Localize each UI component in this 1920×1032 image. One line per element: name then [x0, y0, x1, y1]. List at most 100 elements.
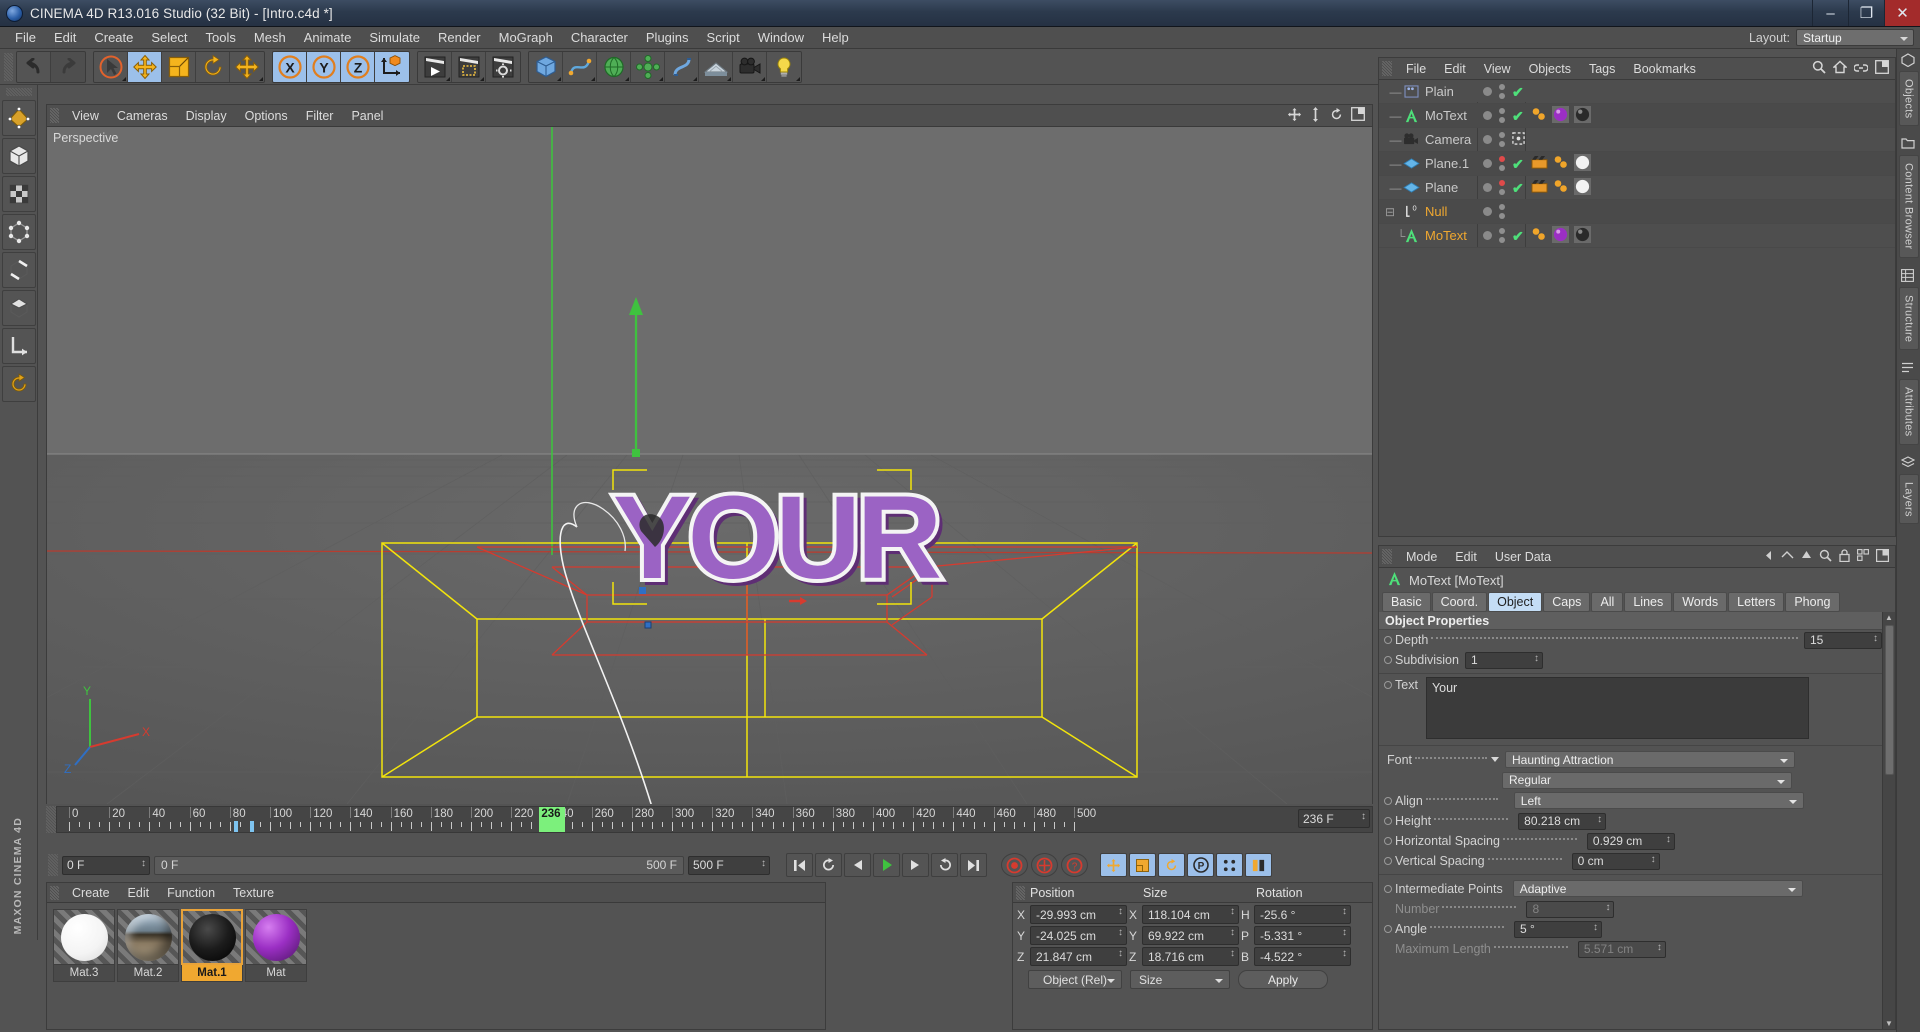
- document-end-field[interactable]: 500 F: [688, 855, 770, 875]
- material-menu-item-edit[interactable]: Edit: [119, 885, 159, 901]
- rotation-key-toggle[interactable]: [1158, 853, 1185, 877]
- expand-collapse-icon[interactable]: ⊟: [1379, 205, 1401, 219]
- structure-tab[interactable]: Structure: [1898, 268, 1919, 355]
- size-y-spinner[interactable]: ↕: [1230, 927, 1235, 938]
- material-orange-icon[interactable]: [1553, 178, 1569, 197]
- next-key-button[interactable]: [931, 853, 958, 877]
- rotation-p-spinner[interactable]: ↕: [1342, 927, 1347, 938]
- menu-item-mograph[interactable]: MoGraph: [490, 28, 562, 48]
- height-field[interactable]: 80.218 cm ↕: [1518, 812, 1607, 830]
- pin-icon[interactable]: [1781, 549, 1794, 564]
- polygons-mode-button[interactable]: [1, 290, 36, 326]
- dolly-icon[interactable]: [1309, 106, 1322, 125]
- object-row[interactable]: └ MoText ✔: [1379, 224, 1895, 248]
- material-list[interactable]: Mat.3 Mat.2 Mat.1 Mat: [47, 903, 825, 982]
- material-menu-grip[interactable]: [50, 885, 59, 900]
- material-thumbnail[interactable]: [181, 909, 243, 965]
- attribute-tab-all[interactable]: All: [1591, 592, 1624, 612]
- home-icon[interactable]: [1832, 60, 1848, 77]
- attribute-tab-basic[interactable]: Basic: [1382, 592, 1431, 612]
- intermediate-points-radio[interactable]: [1384, 884, 1392, 893]
- object-row[interactable]: — MoText ✔: [1379, 104, 1895, 128]
- attribute-tab-coord[interactable]: Coord.: [1431, 592, 1488, 612]
- vertical-spacing-field[interactable]: 0 cm ↕: [1571, 852, 1660, 870]
- search-icon[interactable]: [1819, 549, 1832, 565]
- object-menu-item-bookmarks[interactable]: Bookmarks: [1624, 61, 1705, 77]
- size-z-spinner[interactable]: ↕: [1230, 948, 1235, 959]
- attributes-tab[interactable]: Attributes: [1898, 361, 1919, 449]
- menu-item-plugins[interactable]: Plugins: [637, 28, 698, 48]
- material-cell[interactable]: Mat.1: [181, 909, 243, 982]
- make-editable-button[interactable]: [1, 100, 36, 136]
- move-tool-button[interactable]: [128, 51, 162, 82]
- menu-item-edit[interactable]: Edit: [45, 28, 85, 48]
- edges-mode-button[interactable]: [1, 252, 36, 288]
- object-visibility-toggles[interactable]: [1499, 204, 1505, 219]
- current-time-field[interactable]: 0 F: [62, 855, 150, 875]
- text-radio[interactable]: [1384, 681, 1392, 689]
- attribute-tab-object[interactable]: Object: [1488, 592, 1543, 612]
- horizontal-spacing-spinner[interactable]: ↕: [1666, 834, 1671, 845]
- align-radio[interactable]: [1384, 796, 1392, 805]
- viewport-menu-item-cameras[interactable]: Cameras: [108, 108, 177, 124]
- editor-visibility-dot[interactable]: [1499, 84, 1505, 90]
- object-menu-item-file[interactable]: File: [1397, 61, 1435, 77]
- object-name[interactable]: Null: [1421, 204, 1447, 219]
- add-camera-button[interactable]: [733, 51, 767, 82]
- object-enable-dot[interactable]: [1483, 87, 1492, 96]
- add-light-button[interactable]: [767, 51, 801, 82]
- menu-item-select[interactable]: Select: [142, 28, 196, 48]
- attribute-scrollbar[interactable]: ▲ ▼: [1882, 612, 1895, 1029]
- material-orange-icon[interactable]: [1553, 154, 1569, 173]
- timeline-ruler-body[interactable]: 0204060801001201401601802002202402602803…: [56, 806, 1373, 833]
- attribute-tab-words[interactable]: Words: [1673, 592, 1728, 612]
- orbit-icon[interactable]: [1329, 107, 1344, 125]
- animation-layer-toggle[interactable]: [1245, 853, 1272, 877]
- attribute-menu-item-mode[interactable]: Mode: [1397, 549, 1446, 565]
- coordinates-grip[interactable]: [1016, 885, 1025, 900]
- link-icon[interactable]: [1853, 61, 1869, 76]
- menu-item-simulate[interactable]: Simulate: [360, 28, 429, 48]
- position-key-toggle[interactable]: [1100, 853, 1127, 877]
- preview-range-bar[interactable]: 0 F 500 F: [154, 855, 684, 875]
- render-visibility-dot[interactable]: [1499, 189, 1505, 195]
- x-axis-lock-button[interactable]: X: [273, 51, 307, 82]
- menu-item-mesh[interactable]: Mesh: [245, 28, 295, 48]
- object-enable-dot[interactable]: [1483, 159, 1492, 168]
- toolbar-grip[interactable]: [4, 52, 13, 81]
- render-visibility-dot[interactable]: [1499, 165, 1505, 171]
- object-row[interactable]: — Plane.1 ✔: [1379, 152, 1895, 176]
- pla-key-toggle[interactable]: [1216, 853, 1243, 877]
- material-purple-icon[interactable]: [1552, 225, 1569, 246]
- object-menu-item-view[interactable]: View: [1475, 61, 1520, 77]
- minimize-button[interactable]: –: [1812, 0, 1848, 26]
- material-thumbnail[interactable]: [245, 909, 307, 965]
- z-axis-lock-button[interactable]: Z: [341, 51, 375, 82]
- autokeying-button[interactable]: [1031, 853, 1058, 877]
- position-y-field[interactable]: -24.025 cm ↕: [1030, 926, 1127, 945]
- viewport-menu-item-panel[interactable]: Panel: [342, 108, 392, 124]
- size-x-spinner[interactable]: ↕: [1230, 906, 1235, 917]
- object-enable-dot[interactable]: [1483, 231, 1492, 240]
- undo-button[interactable]: [17, 51, 51, 82]
- position-y-spinner[interactable]: ↕: [1118, 927, 1123, 938]
- objects-tab[interactable]: Objects: [1898, 53, 1919, 131]
- go-to-end-button[interactable]: [960, 853, 987, 877]
- object-name[interactable]: Camera: [1421, 132, 1471, 147]
- object-name[interactable]: Plane: [1421, 180, 1458, 195]
- object-visibility-toggles[interactable]: [1499, 156, 1505, 171]
- add-nurbs-button[interactable]: [597, 51, 631, 82]
- camera-target-icon[interactable]: [1512, 131, 1525, 148]
- object-enable-dot[interactable]: [1483, 111, 1492, 120]
- object-menu-grip[interactable]: [1382, 61, 1392, 76]
- layout-icon[interactable]: [1875, 60, 1889, 77]
- rotation-b-spinner[interactable]: ↕: [1342, 948, 1347, 959]
- timeline-key-marker[interactable]: [249, 821, 254, 832]
- font-chevron-down-icon[interactable]: [1491, 757, 1500, 762]
- object-tree[interactable]: — Plain ✔ — MoText ✔ — Camera — Plane.1 ✔ — Plane ✔ ⊟ 0…: [1379, 80, 1895, 248]
- vertical-spacing-radio[interactable]: [1384, 857, 1392, 865]
- attribute-tab-caps[interactable]: Caps: [1543, 592, 1591, 612]
- texture-mode-button[interactable]: [1, 176, 36, 212]
- object-enable-dot[interactable]: [1483, 183, 1492, 192]
- material-menu-item-create[interactable]: Create: [63, 885, 119, 901]
